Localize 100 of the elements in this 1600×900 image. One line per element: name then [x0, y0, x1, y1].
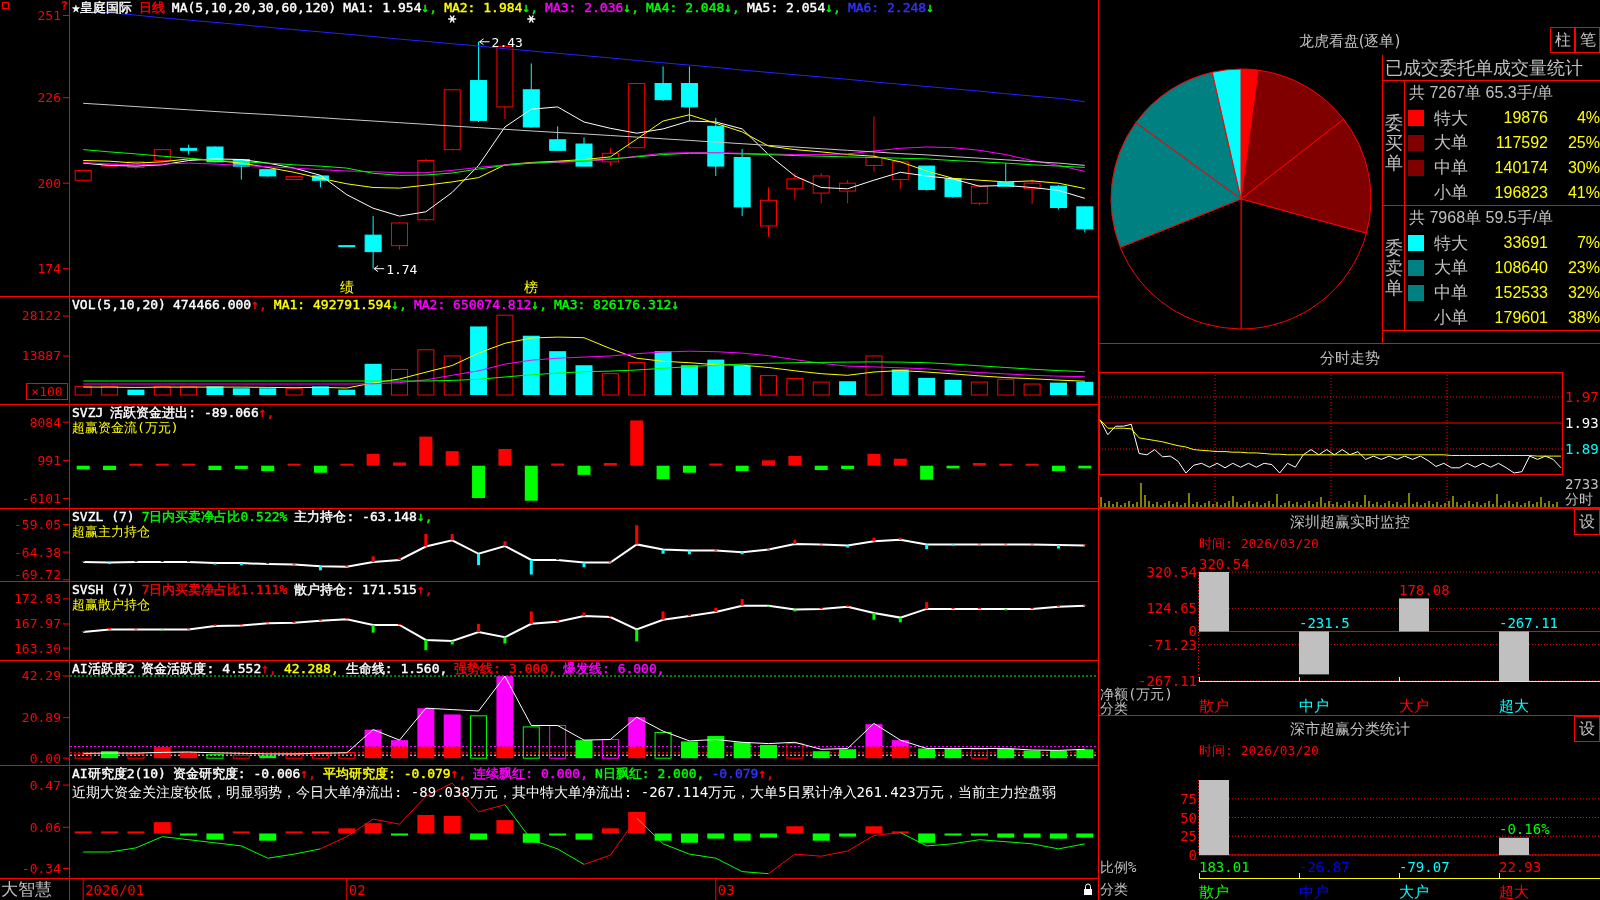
category-label: 散户 — [1199, 697, 1229, 715]
legend-item: 日线 — [138, 0, 165, 15]
category-label: 超大 — [1499, 697, 1529, 715]
bar-value-label: -231.5 — [1299, 615, 1350, 632]
axis-tick-label: 167.97 — [14, 616, 61, 632]
legend-item: 爆发线: 6.000, — [563, 661, 665, 676]
axis-tick-label: 1.97 — [1565, 389, 1599, 405]
legend-item: 474466.000↑, — [172, 297, 267, 312]
change-annotation: -0.16% — [1499, 820, 1550, 837]
axis-tick-label: -267.11 — [1138, 673, 1197, 689]
amount-label: 183.01 — [1199, 859, 1250, 875]
event-label: 绩 — [339, 279, 354, 295]
axis-tick-label: 251 — [37, 7, 61, 23]
volume-value: 179601 — [1493, 308, 1548, 327]
x-axis-title: 分类 — [1100, 881, 1128, 897]
volume-value: 108640 — [1493, 259, 1548, 277]
legend-item: MA2: 1.984↓, — [444, 0, 539, 15]
event-label: 榜 — [524, 279, 539, 295]
legend-item: 7日内买卖净占比0.522% — [141, 509, 288, 524]
axis-tick-label: 20.89 — [21, 710, 61, 726]
share-value: 38% — [1566, 308, 1600, 327]
share-value: 41% — [1566, 183, 1600, 202]
table-title: 已成交委托单成交量统计 — [1383, 55, 1600, 81]
panel-title: 龙虎看盘(逐单) — [1298, 31, 1401, 51]
y-axis-title: 比例% — [1100, 859, 1137, 875]
time-label: 时间: 2026/03/20 — [1198, 742, 1320, 760]
legend-item: N日飘红: 2.000, — [595, 766, 705, 781]
legend-item: SVZJ — [72, 405, 104, 420]
y-axis-title: 净额(万元) — [1100, 686, 1173, 702]
category-label: 散户 — [1199, 883, 1229, 900]
category-label: 超大 — [1499, 883, 1529, 900]
price-annotation: 2.43 — [491, 34, 523, 50]
legend-item: AI活跃度2 — [72, 661, 135, 676]
chart-caption: 分时 — [1565, 491, 1593, 507]
share-value: 23% — [1566, 259, 1600, 277]
axis-tick-label: 1.89 — [1565, 441, 1599, 457]
legend-item: 活跃资金进出: -89.066↑, — [110, 405, 275, 420]
share-value: 30% — [1566, 158, 1600, 177]
legend-item: MA1: 492791.594↓, — [273, 297, 407, 312]
volume-value: 140174 — [1493, 158, 1548, 177]
legend-item: SVZL (7) — [72, 509, 135, 524]
axis-tick-label: 174 — [37, 261, 61, 277]
order-size-label: 小单 — [1434, 306, 1469, 330]
legend-item: 资金研究度: -0.006↑, — [172, 766, 317, 781]
unit-label: ×100 — [26, 383, 68, 400]
group-label: 委卖单 — [1384, 238, 1403, 298]
axis-tick-label: 320.54 — [1146, 564, 1197, 580]
help-mark: ? — [60, 0, 68, 13]
legend-item: 连续飘红: 0.000, — [473, 766, 588, 781]
indicator-subtitle: 超赢主力持仓 — [72, 524, 150, 540]
brand-label: 大智慧 — [0, 879, 70, 900]
axis-tick-label: 28122 — [21, 308, 61, 324]
legend-item: -0.079↑, — [711, 766, 775, 781]
axis-tick-label: 50 — [1180, 809, 1197, 826]
axis-tick-label: 124.65 — [1146, 600, 1197, 617]
axis-tick-label: 226 — [37, 90, 61, 106]
price-annotation: 1.74 — [386, 261, 418, 277]
volume-value: 33691 — [1502, 234, 1548, 253]
volume-value: 152533 — [1493, 283, 1548, 302]
legend-item: VOL(5,10,20) — [72, 297, 166, 312]
legend-item: MA5: 2.054↓, — [746, 0, 841, 15]
volume-tick-label: 2733 — [1565, 476, 1599, 492]
axis-tick-label: 8084 — [29, 414, 61, 430]
volume-value: 117592 — [1494, 134, 1548, 152]
panel-title: 深圳超赢实时监控 — [1289, 512, 1410, 532]
order-size-label: 小单 — [1434, 181, 1469, 205]
axis-tick-label: -0.34 — [21, 861, 61, 876]
amount-label: -79.07 — [1399, 859, 1450, 875]
category-label: 大户 — [1399, 697, 1429, 715]
order-size-label: 大单 — [1434, 131, 1469, 155]
group-summary: 共 7267单 65.3手/单 — [1408, 82, 1555, 103]
panel-title: 分时走势 — [1319, 348, 1380, 368]
order-size-label: 大单 — [1434, 256, 1469, 280]
axis-tick-label: 991 — [37, 452, 61, 468]
axis-tick-label: -59.05 — [14, 517, 61, 532]
axis-tick-label: 0 — [1188, 847, 1197, 863]
legend-item: MA3: 2.036↓, — [545, 0, 639, 15]
axis-tick-label: 163.30 — [14, 640, 61, 656]
order-size-label: 特大 — [1434, 231, 1469, 255]
legend-item: 7日内买卖净占比1.111% — [141, 582, 288, 597]
legend-item: 42.288, — [283, 661, 339, 676]
legend-item: MA(5,10,20,30,60,120) — [171, 0, 337, 15]
indicator-subtitle: 超赢散户持仓 — [72, 597, 150, 613]
legend-item: 强势线: 3.000, — [454, 661, 556, 676]
axis-tick-label: -64.38 — [14, 544, 61, 560]
category-label: 大户 — [1399, 883, 1429, 900]
legend-item: MA4: 2.048↓, — [646, 0, 740, 15]
axis-tick-label: -6101 — [21, 491, 61, 507]
axis-tick-label: 25 — [1180, 828, 1197, 845]
axis-tick-label: 1.93 — [1565, 415, 1599, 431]
group-summary: 共 7968单 59.5手/单 — [1408, 207, 1555, 228]
legend-item: 资金活跃度: 4.552↑, — [141, 661, 277, 676]
legend-item: 散户持仓: 171.515↑, — [294, 582, 433, 597]
bar-value-label: -267.11 — [1499, 615, 1558, 632]
axis-tick-label: 172.83 — [14, 591, 61, 607]
share-value: 4% — [1575, 109, 1600, 128]
indicator-subtitle: 超赢资金流(万元) — [72, 420, 179, 436]
category-label: 中户 — [1299, 697, 1329, 715]
order-size-label: 中单 — [1434, 281, 1469, 305]
amount-label: 22.93 — [1499, 859, 1542, 875]
